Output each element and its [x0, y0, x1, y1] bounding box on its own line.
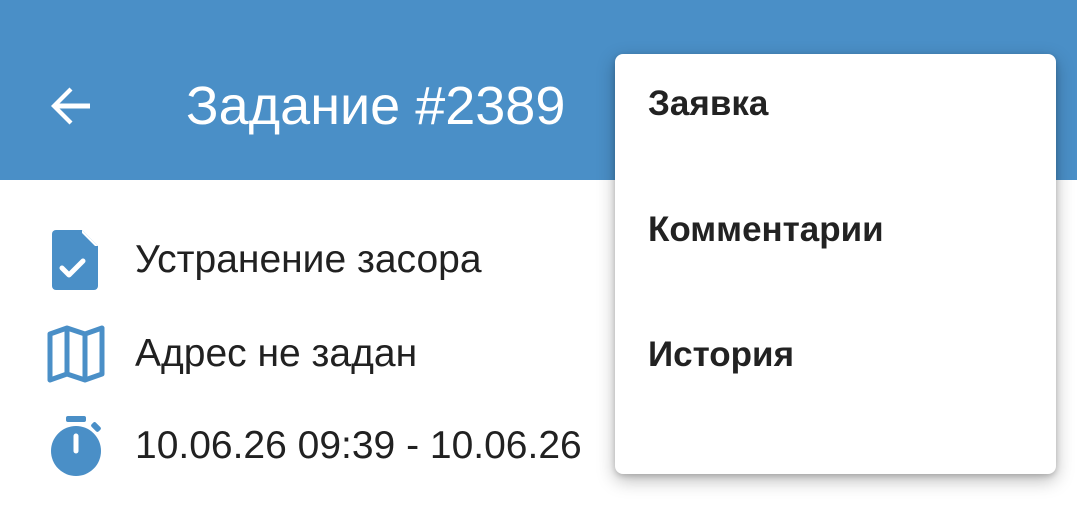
- work-type-text: Устранение засора: [135, 238, 482, 281]
- menu-item-label: Заявка: [648, 84, 769, 123]
- address-text: Адрес не задан: [135, 332, 418, 375]
- document-check-icon: [44, 228, 108, 292]
- time-range-text: 10.06.26 09:39 - 10.06.26: [135, 424, 582, 467]
- back-button[interactable]: [36, 72, 104, 140]
- map-icon: [44, 322, 108, 386]
- overflow-menu: Заявка Комментарии История: [615, 54, 1056, 474]
- menu-item-history[interactable]: История: [615, 305, 1056, 405]
- menu-item-comments[interactable]: Комментарии: [615, 180, 1056, 280]
- menu-item-label: Комментарии: [648, 210, 884, 249]
- menu-item-request[interactable]: Заявка: [615, 54, 1056, 154]
- menu-item-label: История: [648, 335, 794, 374]
- stopwatch-icon: [44, 414, 108, 478]
- page-title: Задание #2389: [186, 76, 566, 136]
- arrow-left-icon: [51, 87, 90, 125]
